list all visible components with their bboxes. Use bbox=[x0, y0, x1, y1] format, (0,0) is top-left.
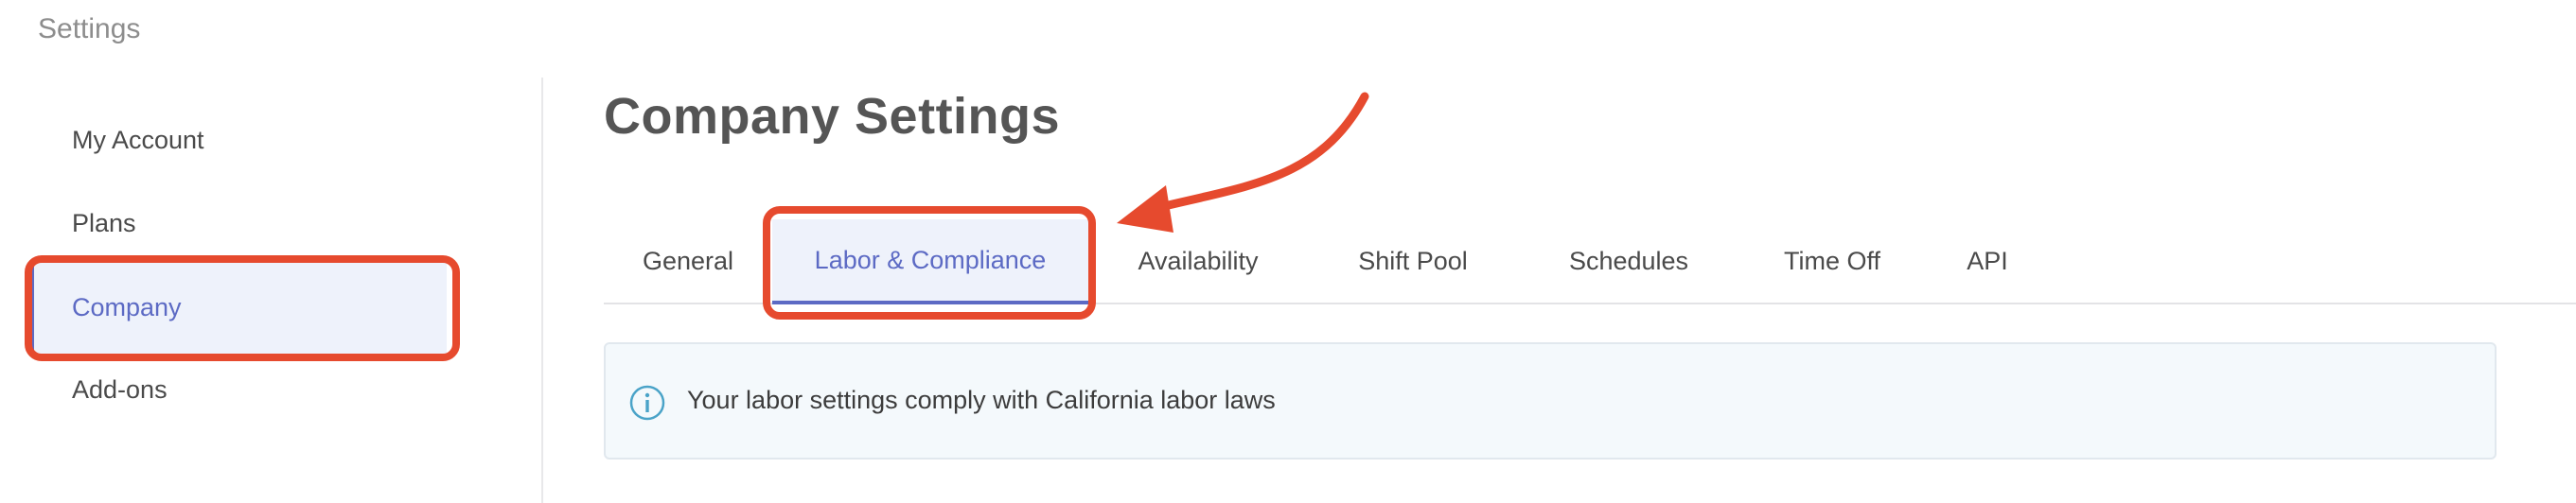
settings-sidebar: My Account Plans Company Add-ons bbox=[0, 0, 541, 503]
page-title: Company Settings bbox=[604, 88, 1061, 145]
info-icon bbox=[629, 385, 665, 421]
tab-api[interactable]: API bbox=[1925, 219, 2050, 303]
sidebar-item-company[interactable]: Company bbox=[30, 260, 447, 355]
tab-shift-pool[interactable]: Shift Pool bbox=[1308, 219, 1518, 303]
notice-text: Your labor settings comply with Californ… bbox=[687, 386, 1276, 414]
tab-schedules[interactable]: Schedules bbox=[1518, 219, 1739, 303]
sidebar-item-my-account[interactable]: My Account bbox=[30, 93, 447, 187]
tab-time-off[interactable]: Time Off bbox=[1739, 219, 1925, 303]
sidebar-divider bbox=[541, 78, 543, 503]
tab-general[interactable]: General bbox=[604, 219, 772, 303]
settings-page: Settings My Account Plans Company Add-on… bbox=[0, 0, 2576, 503]
tab-labor-compliance[interactable]: Labor & Compliance bbox=[772, 219, 1088, 304]
compliance-notice: Your labor settings comply with Californ… bbox=[604, 342, 2497, 460]
sidebar-item-add-ons[interactable]: Add-ons bbox=[30, 342, 447, 437]
sidebar-item-plans[interactable]: Plans bbox=[30, 176, 447, 270]
settings-tabs: General Labor & Compliance Availability … bbox=[604, 219, 2576, 304]
tab-availability[interactable]: Availability bbox=[1088, 219, 1308, 303]
main-content: Company Settings General Labor & Complia… bbox=[604, 0, 2576, 503]
